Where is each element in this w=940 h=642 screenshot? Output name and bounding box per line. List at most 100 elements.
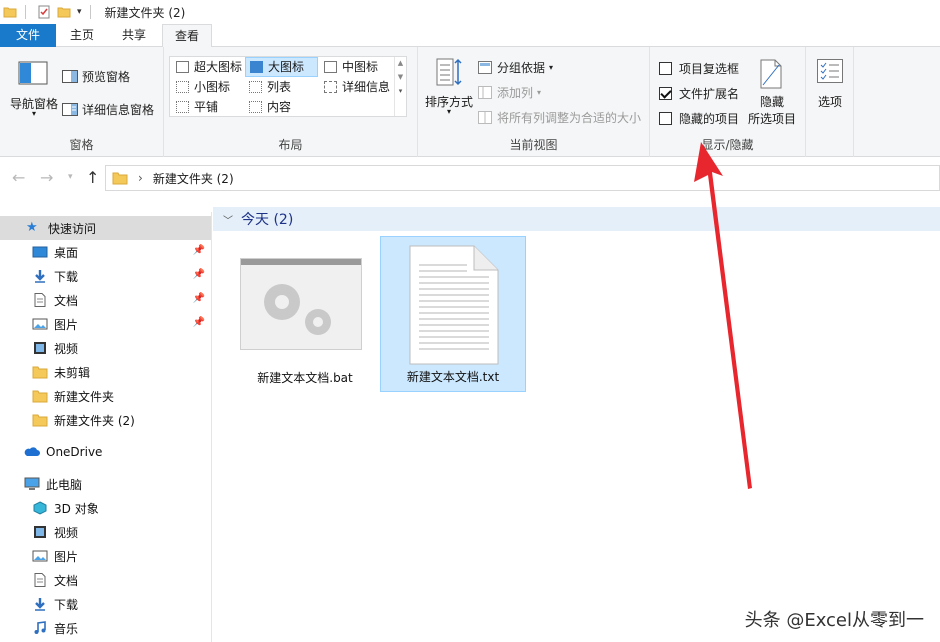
sidebar-item-label: 新建文件夹 [54,389,115,404]
sidebar-item-label: 未剪辑 [54,365,91,380]
sidebar-item-label: 文档 [54,573,79,588]
layout-extra-large-icons[interactable]: 超大图标 [172,58,244,78]
address-bar[interactable]: › 新建文件夹 (2) [105,165,940,191]
scroll-up-icon[interactable]: ▲ [395,59,406,67]
sidebar-item[interactable]: 文档 [0,568,211,592]
nav-onedrive[interactable]: OneDrive [0,440,211,464]
watermark: 头条 @Excel从零到一 [744,610,924,631]
sidebar-item[interactable]: 音乐 [0,616,211,640]
group-header-today[interactable]: ﹀ 今天 (2) [213,207,940,231]
hidden-items-checkbox[interactable] [659,112,672,125]
back-icon[interactable]: ← [12,168,25,187]
file-name: 新建文本文档.bat [257,371,353,385]
up-icon[interactable]: ↑ [86,168,99,187]
tab-share[interactable]: 共享 [108,24,160,47]
sidebar-item[interactable]: 3D 对象 [0,496,211,520]
nav-pane-icon [18,61,48,85]
document-icon [34,293,46,307]
layout-small-icons[interactable]: 小图标 [172,78,244,98]
new-folder-icon[interactable] [57,5,71,19]
layout-details[interactable]: 详细信息 [320,78,392,98]
sidebar-item[interactable]: 新建文件夹 (2) [0,408,211,432]
layout-large-icons[interactable]: 大图标 [245,57,318,77]
item-checkboxes-toggle[interactable]: 项目复选框 [659,60,739,77]
tab-view[interactable]: 查看 [162,24,212,48]
sidebar-item[interactable]: 图片 📌 [0,312,211,336]
sort-icon [436,58,462,86]
address-path[interactable]: 新建文件夹 (2) [153,170,234,187]
group-by-button[interactable]: 分组依据 ▾ [478,59,553,76]
3d-objects-icon [33,501,47,515]
file-tile-txt[interactable]: 新建文本文档.txt [380,236,526,392]
sidebar-item[interactable]: 桌面 📌 [0,240,211,264]
details-pane-icon [62,103,78,116]
collapse-chevron-icon[interactable]: ﹀ [223,212,233,227]
pictures-icon [32,550,48,562]
sidebar-item-label: 视频 [54,525,79,540]
properties-icon[interactable] [37,5,51,19]
layout-medium-icons[interactable]: 中图标 [320,58,392,78]
nav-quick-access[interactable]: ★ 快速访问 [0,216,211,240]
details-pane-button[interactable]: 详细信息窗格 [62,101,154,118]
tiles-icon [176,101,189,113]
cloud-icon [24,447,40,456]
panes-group: 导航窗格 ▾ 预览窗格 详细信息窗格 窗格 [0,47,164,157]
file-extensions-toggle[interactable]: 文件扩展名 [659,85,739,102]
hidden-items-toggle[interactable]: 隐藏的项目 [659,110,739,127]
sidebar-item[interactable]: 文档 📌 [0,288,211,312]
sort-by-button[interactable]: 排序方式 ▾ [422,55,476,129]
sidebar-item-label: 图片 [54,549,79,564]
pictures-icon [32,318,48,330]
scroll-down-icon[interactable]: ▼ [395,73,406,81]
layout-content[interactable]: 内容 [245,98,317,118]
preview-pane-icon [62,70,78,83]
file-tile-bat[interactable]: 新建文本文档.bat [232,236,378,392]
sidebar-item-label: 下载 [54,269,79,284]
current-view-group-label: 当前视图 [509,138,558,152]
tab-home[interactable]: 主页 [58,24,106,47]
sidebar-item[interactable]: 图片 [0,544,211,568]
ribbon-tabs: 文件 主页 共享 查看 [0,24,940,48]
pin-icon[interactable]: 📌 [193,293,205,304]
layout-list[interactable]: 列表 [245,78,317,98]
file-extensions-checkbox[interactable] [659,87,672,100]
gallery-more-icon[interactable]: ▾ [395,87,406,95]
hide-selected-button[interactable]: 隐藏 所选项目 [744,55,800,129]
sidebar-item[interactable]: 未剪辑 [0,360,211,384]
sidebar-item[interactable]: 下载 [0,592,211,616]
sidebar-item[interactable]: 视频 [0,520,211,544]
video-icon [34,526,46,538]
layout-gallery-scroll[interactable]: ▲ ▼ ▾ [394,57,406,116]
list-icon [249,81,262,93]
content-icon [249,101,262,113]
preview-pane-button[interactable]: 预览窗格 [62,68,130,85]
forward-icon[interactable]: → [40,168,53,187]
sidebar-item-label: 桌面 [54,245,79,260]
customize-qa-icon[interactable]: ▾ [77,7,82,17]
add-columns-button[interactable]: 添加列 ▾ [478,84,541,101]
pin-icon[interactable]: 📌 [193,317,205,328]
nav-pane-button[interactable]: 导航窗格 ▾ [6,57,62,127]
options-button[interactable]: 选项 [808,57,852,117]
sidebar-item-label: 3D 对象 [54,501,99,516]
recent-locations-icon[interactable]: ▾ [68,172,73,182]
sidebar-item[interactable]: 新建文件夹 [0,384,211,408]
nav-this-pc[interactable]: 此电脑 [0,472,211,496]
sidebar-item[interactable]: 视频 [0,336,211,360]
download-icon [35,270,45,283]
layout-tiles[interactable]: 平铺 [172,98,244,118]
sidebar-item-label: 下载 [54,597,79,612]
address-row: ← → ▾ ↑ › 新建文件夹 (2) [0,158,940,198]
separator [25,5,26,19]
sidebar-item[interactable]: 下载 📌 [0,264,211,288]
large-icons-icon [250,61,263,73]
size-all-columns-button[interactable]: 将所有列调整为合适的大小 [478,109,641,126]
pin-icon[interactable]: 📌 [193,245,205,256]
sidebar-item-label: 音乐 [54,621,79,636]
item-checkboxes-checkbox[interactable] [659,62,672,75]
tab-file[interactable]: 文件 [0,24,56,47]
file-list-view: ﹀ 今天 (2) 新建文本文档.bat 新建文本文档.txt [213,198,940,642]
pin-icon[interactable]: 📌 [193,269,205,280]
add-columns-icon [478,86,492,99]
extra-large-icons-icon [176,61,189,73]
